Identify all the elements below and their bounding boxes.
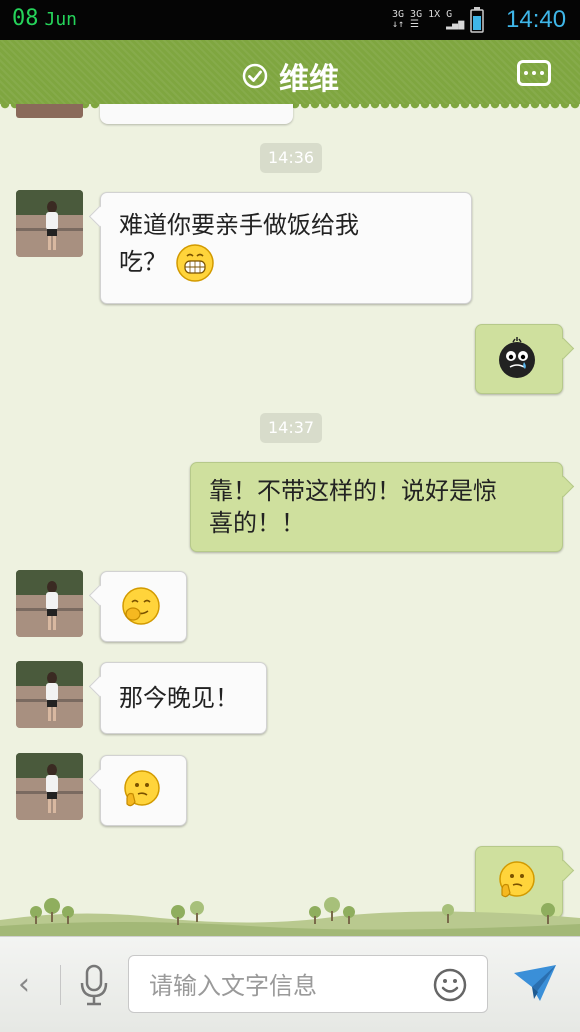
avatar-photo	[16, 190, 83, 257]
status-date: 08 Jun	[12, 6, 77, 31]
input-bar: ‹	[0, 936, 580, 1032]
signal-icon: G ▂▄▆	[446, 9, 465, 30]
landscape-decoration	[0, 897, 580, 936]
timestamp: 14:37	[260, 413, 323, 443]
message-text-line: 喜的！！	[209, 509, 305, 537]
message-bubble[interactable]	[100, 571, 187, 642]
avatar-photo	[16, 570, 83, 637]
network-3g-icon: 3G ↓↑	[392, 9, 405, 30]
status-bar: 08 Jun 3G ↓↑ 3G 1X ☰ G ▂▄▆ 14:40	[0, 0, 580, 40]
smiley-icon[interactable]	[433, 968, 467, 1002]
battery-icon	[470, 7, 484, 33]
chat-area[interactable]: 14:36 难道你要亲手做饭给我 吃？ 14:37 靠！不带这样的！说好是惊 喜…	[0, 104, 580, 936]
grin-emoji-icon	[175, 244, 214, 282]
crying-bomb-emoji-icon	[499, 337, 535, 378]
message-text-line: 吃？	[119, 243, 453, 283]
network-1x-icon: 3G 1X ☰	[410, 9, 441, 30]
avatar[interactable]	[16, 661, 83, 728]
message-bubble[interactable]: 靠！不带这样的！说好是惊 喜的！！	[190, 462, 563, 552]
status-icons: 3G ↓↑ 3G 1X ☰ G ▂▄▆	[392, 6, 484, 34]
message-bubble[interactable]: 那今晚见！	[100, 662, 267, 734]
message-input[interactable]	[128, 955, 488, 1013]
status-time: 14:40	[506, 6, 567, 33]
status-month: Jun	[44, 9, 78, 30]
title-wrap: 维维	[0, 54, 580, 98]
message-text: 那今晚见！	[119, 684, 239, 712]
divider	[60, 965, 61, 1005]
avatar[interactable]	[16, 190, 83, 257]
message-bubble-partial[interactable]	[100, 104, 293, 124]
avatar-photo	[16, 661, 83, 728]
avatar[interactable]	[16, 570, 83, 637]
message-bubble[interactable]	[100, 755, 187, 826]
message-text-line: 靠！不带这样的！说好是惊	[209, 477, 497, 505]
chevron-left-icon[interactable]: ‹	[18, 967, 30, 1002]
check-circle-icon	[242, 63, 268, 89]
avatar[interactable]	[16, 753, 83, 820]
message-text-line: 难道你要亲手做饭给我	[119, 211, 359, 239]
timestamp: 14:36	[260, 143, 323, 173]
thinking-emoji-icon	[124, 770, 160, 807]
paper-plane-icon[interactable]	[510, 959, 560, 1009]
more-dots-icon[interactable]	[517, 60, 551, 86]
microphone-icon[interactable]	[78, 963, 110, 1007]
message-bubble[interactable]	[475, 324, 563, 394]
avatar-photo	[16, 753, 83, 820]
status-day: 08	[12, 6, 39, 31]
message-text-field[interactable]	[147, 968, 421, 1004]
message-bubble[interactable]: 难道你要亲手做饭给我 吃？	[100, 192, 472, 304]
avatar[interactable]	[16, 104, 83, 118]
chat-header: 维维	[0, 40, 580, 110]
shy-smile-emoji-icon	[122, 587, 160, 625]
contact-name[interactable]: 维维	[279, 54, 339, 98]
